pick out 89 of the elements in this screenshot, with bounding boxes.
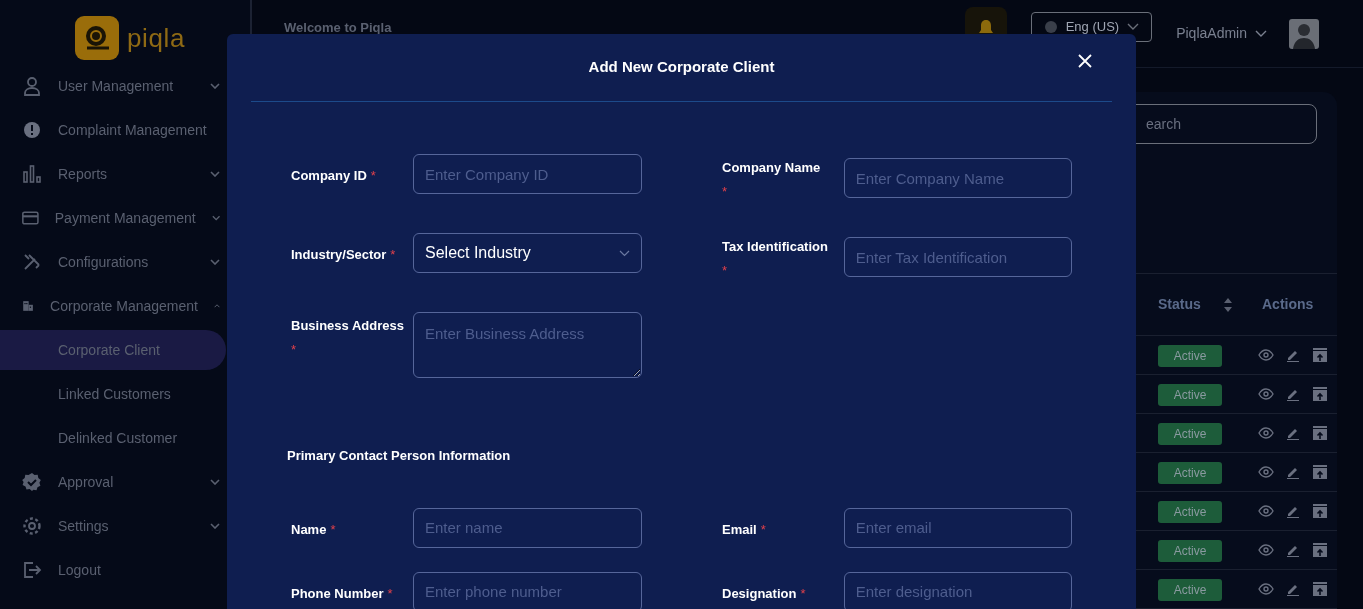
status-badge: Active	[1158, 423, 1222, 445]
sidebar-item[interactable]: Corporate Management	[0, 284, 250, 328]
field-label: Company Name *	[722, 154, 844, 201]
archive-icon[interactable]	[1312, 347, 1328, 363]
archive-icon[interactable]	[1312, 386, 1328, 402]
chevron-down-icon	[1127, 22, 1140, 31]
status-badge: Active	[1158, 345, 1222, 367]
submenu-item[interactable]: Corporate Client	[0, 330, 226, 370]
required-mark: *	[370, 167, 376, 185]
field-label: Company ID *	[291, 154, 413, 186]
archive-icon[interactable]	[1312, 503, 1328, 519]
settings-icon	[22, 516, 42, 536]
modal-title: Add New Corporate Client	[588, 57, 775, 78]
avatar[interactable]	[1289, 18, 1319, 49]
status-badge: Active	[1158, 579, 1222, 601]
logout-icon	[22, 560, 42, 580]
archive-icon[interactable]	[1312, 581, 1328, 597]
view-icon[interactable]	[1258, 427, 1274, 439]
field-label: Tax Identification *	[722, 233, 844, 280]
user-icon	[22, 76, 42, 96]
sidebar-item[interactable]: Complaint Management	[0, 108, 250, 152]
edit-icon[interactable]	[1286, 504, 1300, 518]
sidebar-item[interactable]: Settings	[0, 504, 250, 548]
input-field[interactable]: Enter phone number	[413, 571, 642, 609]
required-mark: *	[390, 246, 396, 264]
welcome-title: Welcome to Piqla	[284, 19, 392, 37]
input-field[interactable]: Enter designation	[843, 571, 1072, 609]
field-label: Phone Number *	[291, 582, 394, 603]
view-icon[interactable]	[1258, 505, 1274, 517]
column-header[interactable]: Status	[1158, 294, 1201, 315]
chevron-down-icon	[1255, 29, 1267, 38]
field-label: Name *	[291, 518, 337, 539]
bar-chart-icon	[22, 164, 42, 184]
view-icon[interactable]	[1258, 388, 1274, 400]
archive-icon[interactable]	[1312, 425, 1328, 441]
required-mark: *	[760, 520, 766, 539]
required-mark: *	[330, 520, 336, 539]
sidebar-item[interactable]: Logout	[0, 548, 250, 592]
input-field[interactable]: Enter name	[413, 507, 642, 548]
sidebar-item[interactable]: Payment Management	[0, 196, 250, 240]
view-icon[interactable]	[1258, 544, 1274, 556]
chevron-down-icon	[619, 249, 630, 257]
sort-icon[interactable]	[1222, 297, 1233, 312]
field-label: Designation *	[722, 582, 807, 603]
input-field[interactable]: Enter Company ID	[413, 154, 642, 194]
sidebar-item[interactable]: Configurations	[0, 240, 250, 284]
user-menu[interactable]: PiqlaAdmin	[1176, 23, 1267, 44]
sidebar-item[interactable]: Reports	[0, 152, 250, 196]
globe-icon	[1043, 19, 1058, 34]
status-badge: Active	[1158, 540, 1222, 562]
required-mark: *	[387, 584, 393, 603]
status-badge: Active	[1158, 384, 1222, 406]
status-badge: Active	[1158, 462, 1222, 484]
view-icon[interactable]	[1258, 583, 1274, 595]
edit-icon[interactable]	[1286, 426, 1300, 440]
check-badge-icon	[22, 472, 42, 492]
sidebar-item[interactable]: User Management	[0, 64, 250, 108]
view-icon[interactable]	[1258, 349, 1274, 361]
status-badge: Active	[1158, 501, 1222, 523]
close-icon[interactable]	[1078, 54, 1092, 68]
logo-icon	[74, 16, 119, 60]
input-field[interactable]: Enter Company Name	[843, 158, 1072, 198]
edit-icon[interactable]	[1286, 465, 1300, 479]
archive-icon[interactable]	[1312, 464, 1328, 480]
archive-icon[interactable]	[1312, 542, 1328, 558]
edit-icon[interactable]	[1286, 387, 1300, 401]
required-mark: *	[722, 261, 729, 280]
field-label: Email *	[722, 518, 767, 539]
brand-name: piqla	[126, 21, 186, 55]
text-area[interactable]: Enter Business Address	[413, 312, 642, 378]
edit-icon[interactable]	[1286, 543, 1300, 557]
select-field[interactable]: Select Industry	[413, 233, 642, 273]
edit-icon[interactable]	[1286, 582, 1300, 596]
section-title: Primary Contact Person Information	[286, 447, 512, 465]
column-header: Actions	[1262, 295, 1314, 314]
input-field[interactable]: Enter email	[843, 507, 1072, 548]
submenu-item[interactable]: Linked Customers	[0, 374, 226, 414]
field-label: Industry/Sector *	[291, 233, 413, 265]
sidebar-item[interactable]: Approval	[0, 460, 250, 504]
view-icon[interactable]	[1258, 466, 1274, 478]
required-mark: *	[722, 182, 729, 201]
field-label: Business Address *	[291, 312, 413, 359]
required-mark: *	[291, 340, 298, 359]
required-mark: *	[800, 584, 806, 603]
alert-icon	[22, 120, 42, 140]
submenu-item[interactable]: Delinked Customer	[0, 418, 226, 458]
edit-icon[interactable]	[1286, 348, 1300, 362]
input-field[interactable]: Enter Tax Identification	[843, 237, 1072, 277]
card-icon	[22, 208, 39, 228]
